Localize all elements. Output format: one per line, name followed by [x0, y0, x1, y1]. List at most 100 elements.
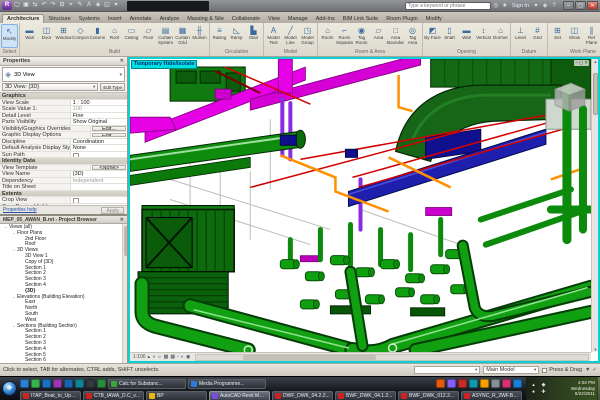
ribbon-button[interactable]: ↖ Modify [1, 24, 18, 48]
ribbon-tab[interactable]: Manage [284, 15, 312, 23]
ribbon-button[interactable]: ↕ Vertical [475, 24, 492, 46]
ribbon-tab[interactable]: Modify [422, 15, 446, 23]
view-control-icon[interactable]: ▫ [177, 353, 179, 361]
qat-icon[interactable]: ↷ [49, 1, 57, 10]
view-control-icon[interactable]: ▴ [148, 353, 151, 361]
property-value[interactable]: Fine [71, 113, 127, 119]
view-control-icon[interactable]: 1:100 [133, 353, 146, 361]
taskbar-app-icon[interactable] [513, 379, 522, 388]
active-workset-dropdown[interactable]: ▾ [414, 366, 480, 374]
ribbon-button[interactable]: ▯ Shaft [441, 24, 458, 46]
view-control-icon[interactable]: ☼ [157, 353, 162, 361]
edit-type-button[interactable]: Edit Type [100, 83, 125, 91]
close-icon[interactable]: ✕ [120, 217, 124, 223]
qat-icon[interactable]: ⌖ [67, 1, 75, 10]
property-value[interactable]: <None> [92, 165, 126, 170]
ribbon-button[interactable]: ◉ Tag Room [353, 24, 370, 46]
vav-box[interactable] [280, 135, 296, 145]
qat-icon[interactable]: ⇆ [31, 1, 39, 10]
property-value[interactable]: Edit... [92, 133, 126, 138]
property-value[interactable] [71, 184, 127, 190]
ribbon-button[interactable]: A Model Text [265, 24, 282, 46]
ribbon-tab[interactable]: View [264, 15, 284, 23]
qat-icon[interactable]: ◱ [103, 1, 111, 10]
qat-icon[interactable]: A [85, 1, 93, 10]
qat-icon[interactable]: ◈ [94, 1, 102, 10]
chevron-down-icon[interactable]: ▾ [119, 72, 122, 78]
pinned-app-icon[interactable] [97, 379, 106, 388]
property-value[interactable] [71, 197, 127, 203]
exchange-apps-icon[interactable]: ◈ [541, 1, 549, 11]
property-value[interactable]: Show Original [71, 119, 127, 125]
ribbon-panel-label[interactable]: Build [21, 49, 208, 56]
model-scene[interactable] [130, 59, 591, 352]
ribbon-button[interactable]: ⌐ Room Separator [336, 24, 353, 46]
ribbon-tab[interactable]: Massing & Site [183, 15, 228, 23]
taskbar-window-button[interactable]: BWF_DWK_04.1.2... [335, 391, 396, 400]
properties-help-link[interactable]: Properties help [3, 207, 37, 213]
ribbon-panel-label[interactable]: Opening [424, 49, 509, 56]
property-value[interactable]: Coordination [71, 139, 127, 145]
ribbon-tab[interactable]: Room Plugin [382, 15, 422, 23]
ribbon-button[interactable]: ▦ Curtain Grid [174, 24, 191, 46]
view-close-icon[interactable]: ✕ [584, 60, 588, 66]
ribbon-button[interactable]: □ Area Boundary [387, 24, 404, 46]
ribbon-tab[interactable]: Architecture [2, 14, 44, 23]
view-cube[interactable] [555, 83, 585, 111]
ribbon-button[interactable]: ⊥ Level [512, 24, 529, 46]
taskbar-app-icon[interactable] [502, 379, 511, 388]
ribbon-button[interactable]: ▤ Curtain System [157, 24, 174, 46]
ribbon-panel-label[interactable]: Select [1, 49, 18, 56]
qat-icon[interactable]: ↶ [40, 1, 48, 10]
horizontal-scrollbar[interactable] [195, 354, 589, 361]
vertical-scrollbar[interactable]: ▲ ▼ [591, 59, 598, 352]
pinned-app-icon[interactable] [75, 379, 84, 388]
ribbon-tab[interactable]: Add-Ins [312, 15, 339, 23]
instance-selector[interactable]: 3D View: {3D} ▾ [2, 83, 98, 91]
design-option-dropdown[interactable]: Main Model ▾ [483, 366, 539, 374]
ribbon-tab[interactable]: BIM Link Suite [339, 15, 382, 23]
temporary-hide-isolate-badge[interactable]: Temporary Hide/Isolate [131, 60, 197, 69]
property-value[interactable]: 1 : 100 [71, 100, 127, 106]
ribbon-button[interactable]: ◺ Ramp [228, 24, 245, 46]
property-value[interactable]: None [71, 145, 127, 151]
cooling-tower[interactable] [138, 206, 234, 314]
taskbar-window-button[interactable]: CTB_IAWA_D.C_via... [83, 391, 144, 400]
vav-box[interactable] [345, 149, 357, 157]
ribbon-button[interactable]: ▬ Wall [458, 24, 475, 46]
ribbon-button[interactable]: ▱ Floor [140, 24, 157, 46]
view-control-icon[interactable]: ◑ [152, 353, 155, 361]
ribbon-button[interactable]: ∥ Ref Plane [583, 24, 600, 46]
minimize-button[interactable]: – [563, 1, 574, 10]
scrollbar-thumb[interactable] [243, 355, 376, 360]
scroll-up-icon[interactable]: ▲ [592, 59, 599, 64]
taskbar-app-icon[interactable] [469, 379, 478, 388]
scrollbar-thumb[interactable] [593, 73, 598, 115]
taskbar-app-icon[interactable] [458, 379, 467, 388]
ribbon-panel-label[interactable]: Work Plane [549, 49, 600, 56]
ribbon-button[interactable]: ▬ Wall [21, 24, 38, 46]
checkbox-icon[interactable] [542, 368, 547, 373]
property-value[interactable]: {3D} [71, 171, 127, 177]
ribbon-button[interactable]: ◩ By Face [424, 24, 441, 46]
ribbon-tab[interactable]: Collaborate [228, 15, 264, 23]
taskbar-window-button[interactable]: BP [146, 391, 207, 400]
ribbon-button[interactable]: ◎ Tag Area [404, 24, 421, 46]
taskbar-window-button[interactable]: DWF_DWK_04.2.2... [272, 391, 333, 400]
ribbon-button[interactable]: ≡ Railing [211, 24, 228, 46]
ribbon-panel-label[interactable]: Room & Area [319, 49, 421, 56]
pinned-app-icon[interactable] [53, 379, 62, 388]
property-value[interactable] [71, 152, 127, 158]
status-filter-icon[interactable]: ✓ [592, 367, 597, 373]
tray-icon[interactable]: ▴ [529, 382, 538, 388]
ribbon-panel-label[interactable]: Datum [512, 49, 546, 56]
ribbon-button[interactable]: ╫ Mullion [191, 24, 208, 46]
search-icon[interactable]: ◎ [492, 1, 500, 11]
model-3d-canvas[interactable] [130, 59, 591, 352]
view-control-icon[interactable]: ◉ [186, 353, 190, 361]
taskbar-app-icon[interactable] [436, 379, 445, 388]
tree-item[interactable]: Section 6 [0, 358, 127, 363]
maximize-button[interactable]: ▢ [575, 1, 586, 10]
property-value[interactable]: Edit... [92, 126, 126, 131]
taskbar-window-button[interactable]: BWF_DWK_012.2... [398, 391, 459, 400]
